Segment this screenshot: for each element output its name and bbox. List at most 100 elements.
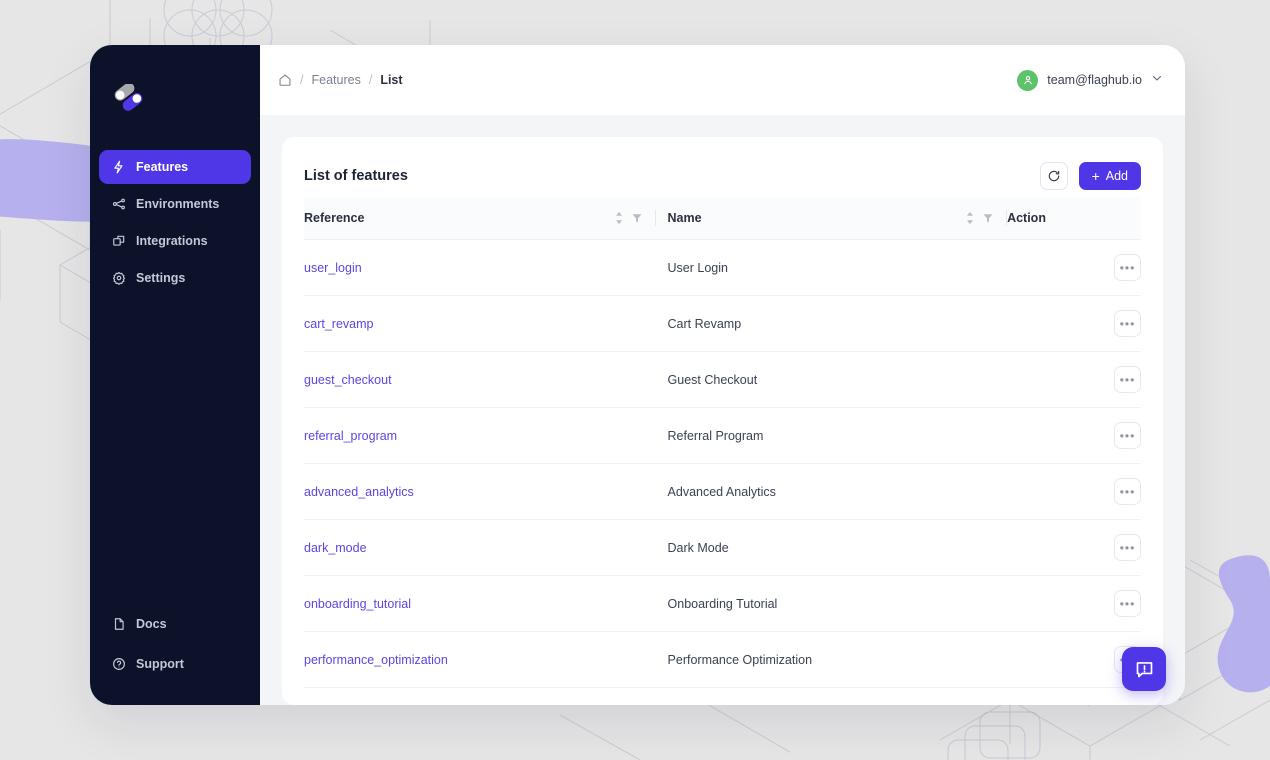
feature-reference-link[interactable]: guest_checkout xyxy=(304,373,392,387)
question-circle-icon xyxy=(111,657,126,672)
cell-action: ••• xyxy=(1007,239,1141,296)
feature-reference-link[interactable]: user_login xyxy=(304,261,362,275)
breadcrumb-item-features[interactable]: Features xyxy=(311,73,360,87)
feature-reference-link[interactable]: referral_program xyxy=(304,429,397,443)
cell-action: ••• xyxy=(1007,351,1141,408)
cell-name: Advanced Analytics xyxy=(655,463,1008,520)
add-button-label: Add xyxy=(1105,169,1128,183)
sidebar-item-settings[interactable]: Settings xyxy=(99,261,251,295)
refresh-button[interactable] xyxy=(1039,162,1068,190)
app-window: Features Environments Integrations Setti… xyxy=(90,45,1185,705)
card-header: List of features + Add xyxy=(304,155,1141,197)
bolt-icon xyxy=(111,160,126,175)
logo[interactable] xyxy=(90,63,260,135)
sort-icon[interactable] xyxy=(614,211,624,225)
chat-widget-button[interactable] xyxy=(1122,647,1166,691)
home-icon[interactable] xyxy=(278,73,292,87)
sidebar-item-environments[interactable]: Environments xyxy=(99,187,251,221)
row-actions-button[interactable]: ••• xyxy=(1114,590,1141,617)
sort-icon[interactable] xyxy=(965,211,975,225)
breadcrumb-separator: / xyxy=(368,73,373,87)
cell-name: Onboarding Tutorial xyxy=(655,575,1008,632)
sidebar-item-label: Integrations xyxy=(136,234,208,248)
sidebar-item-docs[interactable]: Docs xyxy=(99,607,251,641)
integrations-icon xyxy=(111,234,126,249)
sidebar: Features Environments Integrations Setti… xyxy=(90,45,260,705)
cell-name: User Login xyxy=(655,239,1008,296)
breadcrumb: / Features / List xyxy=(278,73,403,87)
plus-icon: + xyxy=(1091,168,1100,184)
feature-reference-link[interactable]: performance_optimization xyxy=(304,653,448,667)
table-header: Reference Name Action xyxy=(304,197,1141,240)
table-row: advanced_analytics Advanced Analytics ••• xyxy=(304,463,1141,520)
column-header-name[interactable]: Name xyxy=(655,197,1008,240)
sidebar-item-label: Settings xyxy=(136,271,186,285)
cell-reference: user_login xyxy=(304,239,656,296)
filter-icon[interactable] xyxy=(982,212,994,224)
header-divider xyxy=(654,210,656,226)
network-icon xyxy=(111,197,126,212)
card-actions: + Add xyxy=(1039,162,1141,190)
column-header-reference[interactable]: Reference xyxy=(304,197,656,240)
person-icon xyxy=(1024,76,1032,85)
sidebar-item-label: Docs xyxy=(136,617,167,631)
user-menu[interactable]: team@flaghub.io xyxy=(1017,69,1163,91)
feature-reference-link[interactable]: onboarding_tutorial xyxy=(304,597,411,611)
features-card: List of features + Add Reference Name Ac… xyxy=(282,137,1163,705)
features-table: Reference Name Action user_login User Lo… xyxy=(304,197,1141,688)
cell-reference: guest_checkout xyxy=(304,351,656,408)
add-button[interactable]: + Add xyxy=(1078,162,1141,190)
chevron-down-icon xyxy=(1151,71,1163,89)
cell-reference: advanced_analytics xyxy=(304,463,656,520)
cell-action: ••• xyxy=(1007,295,1141,352)
table-row: performance_optimization Performance Opti… xyxy=(304,631,1141,688)
topbar: / Features / List team@flaghub.io xyxy=(260,45,1185,115)
cell-name: Guest Checkout xyxy=(655,351,1008,408)
table-row: referral_program Referral Program ••• xyxy=(304,407,1141,464)
avatar xyxy=(1017,69,1039,91)
row-actions-button[interactable]: ••• xyxy=(1114,478,1141,505)
column-header-action: Action xyxy=(1007,197,1141,240)
cell-action: ••• xyxy=(1007,407,1141,464)
chat-bubble-alert-icon xyxy=(1136,661,1152,677)
row-actions-button[interactable]: ••• xyxy=(1114,422,1141,449)
sidebar-item-label: Environments xyxy=(136,197,220,211)
cell-name: Referral Program xyxy=(655,407,1008,464)
cell-reference: onboarding_tutorial xyxy=(304,575,656,632)
feature-reference-link[interactable]: dark_mode xyxy=(304,541,367,555)
table-header-row: Reference Name Action xyxy=(304,197,1141,240)
page-title: List of features xyxy=(304,168,408,184)
flaghub-logo-icon xyxy=(114,84,143,111)
sidebar-primary-nav: Features Environments Integrations Setti… xyxy=(90,147,260,298)
content-area: List of features + Add Reference Name Ac… xyxy=(260,115,1185,705)
sidebar-item-integrations[interactable]: Integrations xyxy=(99,224,251,258)
sidebar-item-features[interactable]: Features xyxy=(99,150,251,184)
cell-action: ••• xyxy=(1007,463,1141,520)
sidebar-secondary-nav: Docs Support xyxy=(90,604,260,687)
table-row: guest_checkout Guest Checkout ••• xyxy=(304,351,1141,408)
column-label: Name xyxy=(667,211,702,225)
feature-reference-link[interactable]: advanced_analytics xyxy=(304,485,414,499)
cell-action: ••• xyxy=(1007,631,1141,688)
cell-name: Cart Revamp xyxy=(655,295,1008,352)
column-label: Action xyxy=(1007,211,1046,225)
cell-reference: cart_revamp xyxy=(304,295,656,352)
row-actions-button[interactable]: ••• xyxy=(1114,254,1141,281)
screen: Features Environments Integrations Setti… xyxy=(0,0,1270,760)
user-email: team@flaghub.io xyxy=(1047,73,1142,87)
sidebar-item-support[interactable]: Support xyxy=(99,647,251,681)
main-area: / Features / List team@flaghub.io List o… xyxy=(260,45,1185,705)
row-actions-button[interactable]: ••• xyxy=(1114,534,1141,561)
cell-name: Performance Optimization xyxy=(655,631,1008,688)
row-actions-button[interactable]: ••• xyxy=(1114,366,1141,393)
breadcrumb-separator: / xyxy=(300,73,304,87)
row-actions-button[interactable]: ••• xyxy=(1114,310,1141,337)
table-body: user_login User Login ••• cart_revamp Cart R… xyxy=(304,239,1141,688)
feature-reference-link[interactable]: cart_revamp xyxy=(304,317,373,331)
table-row: user_login User Login ••• xyxy=(304,239,1141,296)
filter-icon[interactable] xyxy=(631,212,643,224)
breadcrumb-item-list[interactable]: List xyxy=(380,73,402,87)
document-icon xyxy=(111,617,126,632)
table-row: onboarding_tutorial Onboarding Tutorial ••… xyxy=(304,575,1141,632)
cell-action: ••• xyxy=(1007,519,1141,576)
